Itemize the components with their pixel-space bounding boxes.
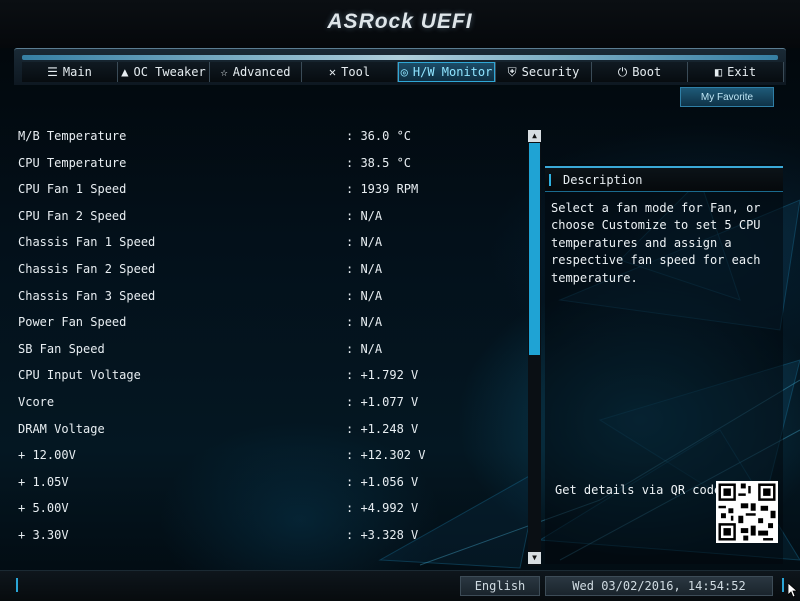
item-value: : +1.792 V bbox=[346, 368, 419, 383]
item-value: : +1.056 V bbox=[346, 474, 419, 489]
item-label: SB Fan Speed bbox=[18, 341, 105, 356]
mouse-cursor-icon bbox=[788, 583, 798, 598]
datetime-display: Wed 03/02/2016, 14:54:52 bbox=[545, 576, 773, 596]
item-label: + 1.05V bbox=[18, 474, 69, 489]
item-value: : N/A bbox=[346, 235, 383, 250]
description-text: Select a fan mode for Fan, or choose Cus… bbox=[551, 201, 761, 285]
list-item[interactable]: M/B Temperature : 36.0 °C bbox=[0, 123, 520, 150]
list-item[interactable]: CPU Input Voltage : +1.792 V bbox=[0, 362, 520, 389]
item-label: CPU Temperature bbox=[18, 155, 127, 170]
item-value: : +1.248 V bbox=[346, 421, 419, 436]
item-value: : N/A bbox=[346, 315, 383, 330]
language-button[interactable]: English bbox=[460, 576, 540, 596]
hw-monitor-list: M/B Temperature : 36.0 °C CPU Temperature… bbox=[0, 123, 520, 549]
power-icon: ⏻ bbox=[617, 65, 628, 79]
scrollbar-thumb[interactable] bbox=[529, 143, 540, 355]
item-value: : 36.0 °C bbox=[346, 129, 412, 143]
tab-label: OC Tweaker bbox=[133, 65, 206, 79]
shield-icon: ⛨ bbox=[507, 65, 517, 79]
item-value: : N/A bbox=[346, 288, 383, 303]
item-label: CPU Fan 2 Speed bbox=[18, 208, 127, 223]
description-header: Description bbox=[545, 166, 783, 192]
tab-label: Boot bbox=[632, 65, 662, 79]
list-item[interactable]: CPU Fan 2 Speed : N/A bbox=[0, 203, 520, 230]
tab-security[interactable]: ⛨ Security bbox=[496, 62, 592, 82]
tab-label: Security bbox=[521, 65, 580, 79]
description-title: Description bbox=[563, 173, 643, 187]
globe-icon: ◎ bbox=[400, 65, 408, 79]
tab-exit[interactable]: ◧ Exit bbox=[688, 62, 784, 82]
tab-hw-monitor[interactable]: ◎ H/W Monitor bbox=[398, 62, 496, 82]
item-label: Chassis Fan 1 Speed bbox=[18, 235, 156, 250]
item-label: Vcore bbox=[18, 394, 55, 409]
item-value: : N/A bbox=[346, 341, 383, 356]
list-item[interactable]: Power Fan Speed : N/A bbox=[0, 309, 520, 336]
item-value: : N/A bbox=[346, 208, 383, 223]
star-icon: ☆ bbox=[220, 65, 228, 79]
rocket-icon: ▲ bbox=[121, 65, 129, 79]
tab-tool[interactable]: ✕ Tool bbox=[302, 62, 398, 82]
list-icon: ☰ bbox=[47, 65, 58, 79]
list-item[interactable]: Chassis Fan 2 Speed : N/A bbox=[0, 256, 520, 283]
item-label: + 3.30V bbox=[18, 527, 69, 542]
list-item[interactable]: DRAM Voltage : +1.248 V bbox=[0, 416, 520, 443]
list-item[interactable]: + 3.30V : +3.328 V bbox=[0, 522, 520, 549]
item-value: : N/A bbox=[346, 261, 383, 276]
tab-label: Advanced bbox=[232, 65, 291, 79]
item-label: CPU Fan 1 Speed bbox=[18, 182, 127, 197]
list-item[interactable]: Chassis Fan 3 Speed : N/A bbox=[0, 283, 520, 310]
list-item[interactable]: SB Fan Speed : N/A bbox=[0, 336, 520, 363]
tab-label: Exit bbox=[727, 65, 757, 79]
qr-label: Get details via QR code bbox=[555, 483, 722, 497]
tab-label: Main bbox=[62, 65, 92, 79]
item-value: : +12.302 V bbox=[346, 448, 426, 463]
item-value: : +4.992 V bbox=[346, 501, 419, 516]
scroll-down-icon[interactable]: ▼ bbox=[528, 552, 541, 564]
wrench-icon: ✕ bbox=[328, 65, 337, 79]
item-label: + 12.00V bbox=[18, 448, 76, 463]
qr-code-icon bbox=[716, 481, 778, 543]
tab-advanced[interactable]: ☆ Advanced bbox=[210, 62, 302, 82]
item-label: Chassis Fan 3 Speed bbox=[18, 288, 156, 303]
item-value: : +1.077 V bbox=[346, 394, 419, 409]
list-item[interactable]: Vcore : +1.077 V bbox=[0, 389, 520, 416]
exit-icon: ◧ bbox=[714, 65, 723, 79]
tab-label: H/W Monitor bbox=[412, 65, 493, 79]
tab-main[interactable]: ☰ Main bbox=[22, 62, 118, 82]
tab-label: Tool bbox=[341, 65, 371, 79]
item-label: DRAM Voltage bbox=[18, 421, 105, 436]
item-label: M/B Temperature bbox=[18, 129, 127, 143]
asrock-uefi-logo: ASRock UEFI bbox=[327, 10, 473, 33]
item-label: Chassis Fan 2 Speed bbox=[18, 261, 156, 276]
my-favorite-button[interactable]: My Favorite bbox=[680, 87, 774, 107]
tab-boot[interactable]: ⏻ Boot bbox=[592, 62, 688, 82]
footer-accent bbox=[16, 578, 18, 592]
header-bar: ASRock UEFI bbox=[0, 0, 800, 48]
item-value: : 38.5 °C bbox=[346, 155, 412, 170]
item-label: CPU Input Voltage bbox=[18, 368, 141, 383]
main-tabs: ☰ Main ▲ OC Tweaker ☆ Advanced ✕ Tool ◎ … bbox=[22, 62, 784, 82]
list-item[interactable]: CPU Temperature : 38.5 °C bbox=[0, 150, 520, 177]
list-item[interactable]: + 1.05V : +1.056 V bbox=[0, 469, 520, 496]
list-item[interactable]: + 12.00V : +12.302 V bbox=[0, 442, 520, 469]
item-label: Power Fan Speed bbox=[18, 315, 127, 330]
list-item[interactable]: Chassis Fan 1 Speed : N/A bbox=[0, 229, 520, 256]
scroll-up-icon[interactable]: ▲ bbox=[528, 130, 541, 142]
item-value: : +3.328 V bbox=[346, 527, 419, 542]
tab-oc-tweaker[interactable]: ▲ OC Tweaker bbox=[118, 62, 210, 82]
footer-accent bbox=[782, 578, 784, 592]
list-item[interactable]: CPU Fan 1 Speed : 1939 RPM bbox=[0, 176, 520, 203]
header-accent bbox=[549, 174, 551, 186]
item-value: : 1939 RPM bbox=[346, 182, 419, 197]
list-item[interactable]: + 5.00V : +4.992 V bbox=[0, 495, 520, 522]
item-label: + 5.00V bbox=[18, 501, 69, 516]
